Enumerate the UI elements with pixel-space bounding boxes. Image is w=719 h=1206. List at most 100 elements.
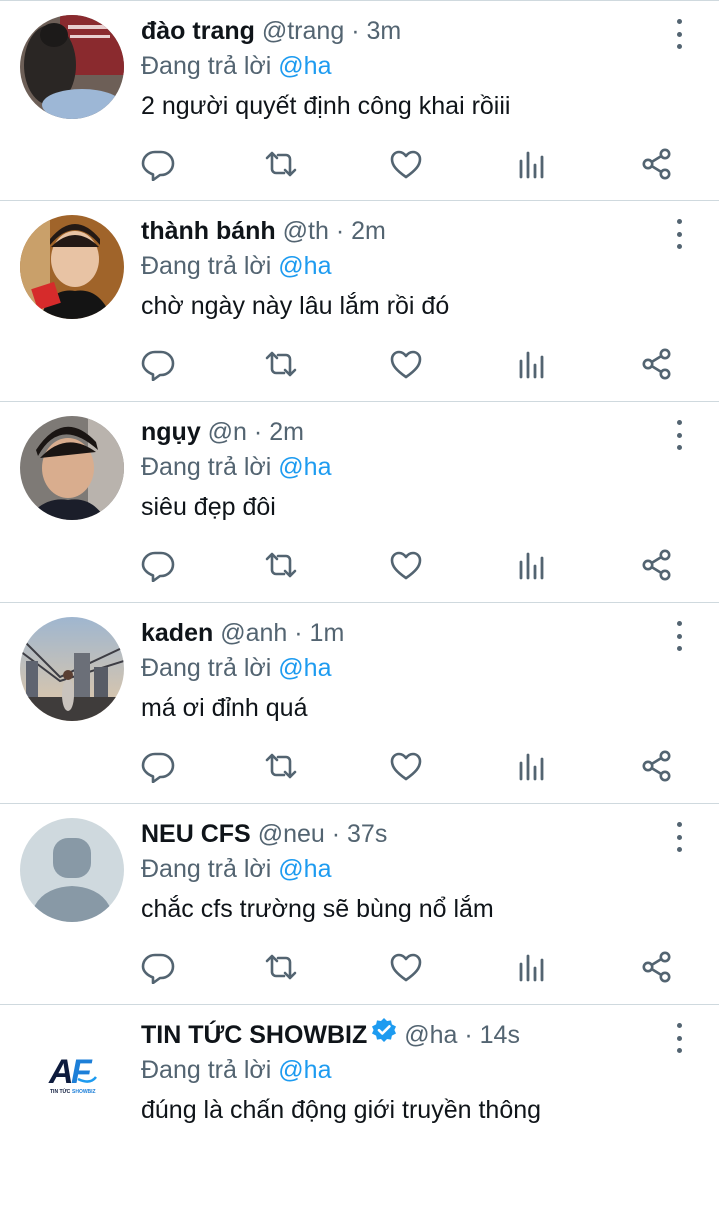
avatar[interactable] [20, 15, 124, 119]
analytics-button[interactable] [515, 950, 549, 986]
retweet-button[interactable] [264, 548, 298, 584]
share-icon [642, 348, 671, 380]
display-name[interactable]: TIN TỨC SHOWBIZ [141, 1021, 367, 1049]
share-button[interactable] [640, 347, 674, 383]
reply-tweet[interactable]: ngụy @n · 2m Đang trả lời @ha siêu đẹp đ… [0, 402, 719, 603]
replying-to-label: Đang trả lời [141, 855, 272, 883]
share-button[interactable] [640, 548, 674, 584]
avatar[interactable] [20, 215, 124, 319]
more-options-icon[interactable] [669, 1023, 689, 1053]
display-name[interactable]: đào trang [141, 17, 255, 45]
replying-to-label: Đang trả lời [141, 52, 272, 80]
action-bar [141, 749, 676, 785]
action-bar [141, 548, 676, 584]
timestamp[interactable]: 2m [351, 217, 386, 245]
replying-to-label: Đang trả lời [141, 1056, 272, 1085]
reply-button[interactable] [141, 950, 175, 986]
retweet-icon [265, 552, 297, 578]
analytics-button[interactable] [515, 749, 549, 785]
svg-text:F: F [71, 1053, 93, 1091]
timestamp[interactable]: 37s [347, 820, 387, 848]
more-options-icon[interactable] [669, 19, 689, 49]
more-options-icon[interactable] [669, 219, 689, 249]
action-bar [141, 147, 676, 183]
analytics-button[interactable] [515, 347, 549, 383]
retweet-button[interactable] [264, 347, 298, 383]
reply-tweet[interactable]: kaden @anh · 1m Đang trả lời @ha má ơi đ… [0, 603, 719, 804]
retweet-icon [265, 351, 297, 377]
reply-tweet[interactable]: A F TIN TỨC SHOWBIZ TIN TỨC SHOWBIZ @ha … [0, 1005, 719, 1206]
user-handle[interactable]: @neu [258, 820, 325, 848]
share-button[interactable] [640, 147, 674, 183]
mention-link[interactable]: @ha [278, 453, 331, 481]
display-name[interactable]: thành bánh [141, 217, 276, 245]
user-handle[interactable]: @n [208, 418, 247, 446]
reply-tweet[interactable]: đào trang @trang · 3m Đang trả lời @ha 2… [0, 0, 719, 201]
verified-badge-icon [371, 1017, 397, 1051]
mention-link[interactable]: @ha [278, 654, 331, 682]
reply-button[interactable] [141, 548, 175, 584]
display-name[interactable]: NEU CFS [141, 820, 251, 848]
share-button[interactable] [640, 950, 674, 986]
user-handle[interactable]: @anh [220, 619, 287, 647]
like-button[interactable] [389, 347, 423, 383]
analytics-icon [519, 552, 544, 580]
like-button[interactable] [389, 147, 423, 183]
brand-logo-avatar[interactable]: A F TIN TỨC SHOWBIZ [20, 1019, 124, 1123]
reply-button[interactable] [141, 147, 175, 183]
avatar[interactable] [20, 617, 124, 721]
reply-button[interactable] [141, 749, 175, 785]
replying-to-label: Đang trả lời [141, 453, 272, 481]
retweet-button[interactable] [264, 950, 298, 986]
user-handle[interactable]: @trang [262, 17, 344, 45]
analytics-icon [519, 151, 544, 179]
replying-to: Đang trả lời @ha [141, 852, 659, 886]
retweet-icon [265, 753, 297, 779]
replying-to: Đang trả lời @ha [141, 49, 659, 83]
default-avatar[interactable] [20, 818, 124, 922]
share-button[interactable] [640, 749, 674, 785]
like-button[interactable] [389, 548, 423, 584]
timestamp[interactable]: 2m [269, 418, 304, 446]
replying-to: Đang trả lời @ha [141, 651, 659, 685]
reply-tweet[interactable]: NEU CFS @neu · 37s Đang trả lời @ha chắc… [0, 804, 719, 1005]
heart-icon [390, 350, 422, 379]
share-icon [642, 951, 671, 983]
timestamp[interactable]: 14s [480, 1021, 520, 1049]
mention-link[interactable]: @ha [278, 1056, 331, 1084]
avatar[interactable] [20, 416, 124, 520]
analytics-button[interactable] [515, 147, 549, 183]
reply-tweet[interactable]: thành bánh @th · 2m Đang trả lời @ha chờ… [0, 201, 719, 402]
analytics-button[interactable] [515, 548, 549, 584]
reply-button[interactable] [141, 347, 175, 383]
mention-link[interactable]: @ha [278, 855, 331, 883]
svg-text:TIN TỨC: TIN TỨC [50, 1088, 71, 1095]
reply-icon [141, 752, 175, 783]
heart-icon [390, 551, 422, 580]
replies-feed: đào trang @trang · 3m Đang trả lời @ha 2… [0, 0, 719, 1206]
separator: · [335, 217, 345, 245]
mention-link[interactable]: @ha [278, 52, 331, 80]
timestamp[interactable]: 1m [310, 619, 345, 647]
replying-to: Đang trả lời @ha [141, 450, 659, 484]
heart-icon [390, 953, 422, 982]
svg-text:A: A [48, 1053, 74, 1091]
more-options-icon[interactable] [669, 822, 689, 852]
reply-icon [141, 953, 175, 984]
more-options-icon[interactable] [669, 621, 689, 651]
user-handle[interactable]: @th [283, 217, 329, 245]
separator: · [464, 1021, 473, 1049]
display-name[interactable]: ngụy [141, 418, 201, 446]
analytics-icon [519, 753, 544, 781]
tweet-text: đúng là chấn động giới truyền thông [141, 1096, 542, 1125]
tweet-text: chờ ngày này lâu lắm rồi đó [141, 292, 450, 320]
like-button[interactable] [389, 749, 423, 785]
mention-link[interactable]: @ha [278, 252, 331, 280]
user-handle[interactable]: @ha [404, 1021, 457, 1049]
retweet-button[interactable] [264, 749, 298, 785]
more-options-icon[interactable] [669, 420, 689, 450]
timestamp[interactable]: 3m [366, 17, 401, 45]
display-name[interactable]: kaden [141, 619, 213, 647]
retweet-button[interactable] [264, 147, 298, 183]
like-button[interactable] [389, 950, 423, 986]
